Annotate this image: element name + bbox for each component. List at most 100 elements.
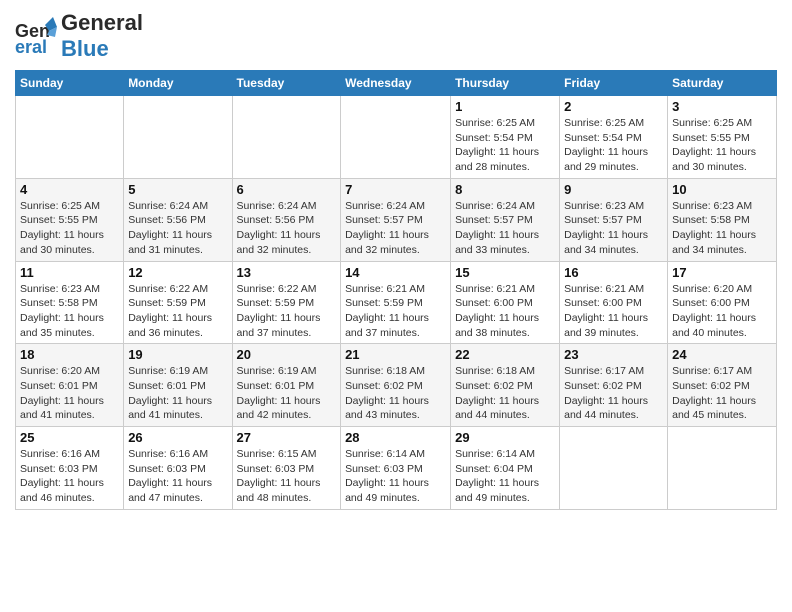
day-info: Sunrise: 6:19 AMSunset: 6:01 PMDaylight:…	[128, 364, 227, 423]
calendar-day: 16 Sunrise: 6:21 AMSunset: 6:00 PMDaylig…	[560, 261, 668, 344]
logo-icon: Gen eral	[15, 17, 57, 55]
calendar-week-3: 11 Sunrise: 6:23 AMSunset: 5:58 PMDaylig…	[16, 261, 777, 344]
day-number: 10	[672, 182, 772, 197]
calendar-day: 7 Sunrise: 6:24 AMSunset: 5:57 PMDayligh…	[341, 178, 451, 261]
day-info: Sunrise: 6:20 AMSunset: 6:01 PMDaylight:…	[20, 364, 119, 423]
day-number: 8	[455, 182, 555, 197]
weekday-header-thursday: Thursday	[451, 71, 560, 96]
day-number: 11	[20, 265, 119, 280]
day-info: Sunrise: 6:25 AMSunset: 5:54 PMDaylight:…	[455, 116, 555, 175]
logo: Gen eral General Blue	[15, 10, 143, 62]
day-info: Sunrise: 6:16 AMSunset: 6:03 PMDaylight:…	[128, 447, 227, 506]
day-info: Sunrise: 6:21 AMSunset: 6:00 PMDaylight:…	[564, 282, 663, 341]
day-info: Sunrise: 6:16 AMSunset: 6:03 PMDaylight:…	[20, 447, 119, 506]
day-info: Sunrise: 6:24 AMSunset: 5:56 PMDaylight:…	[128, 199, 227, 258]
day-info: Sunrise: 6:25 AMSunset: 5:55 PMDaylight:…	[20, 199, 119, 258]
day-info: Sunrise: 6:21 AMSunset: 6:00 PMDaylight:…	[455, 282, 555, 341]
day-info: Sunrise: 6:25 AMSunset: 5:54 PMDaylight:…	[564, 116, 663, 175]
day-info: Sunrise: 6:23 AMSunset: 5:58 PMDaylight:…	[20, 282, 119, 341]
day-info: Sunrise: 6:21 AMSunset: 5:59 PMDaylight:…	[345, 282, 446, 341]
weekday-header-sunday: Sunday	[16, 71, 124, 96]
calendar-day: 24 Sunrise: 6:17 AMSunset: 6:02 PMDaylig…	[668, 344, 777, 427]
weekday-header-monday: Monday	[124, 71, 232, 96]
calendar-week-1: 1 Sunrise: 6:25 AMSunset: 5:54 PMDayligh…	[16, 96, 777, 179]
weekday-header-saturday: Saturday	[668, 71, 777, 96]
calendar-day: 1 Sunrise: 6:25 AMSunset: 5:54 PMDayligh…	[451, 96, 560, 179]
day-info: Sunrise: 6:24 AMSunset: 5:56 PMDaylight:…	[237, 199, 337, 258]
day-number: 29	[455, 430, 555, 445]
calendar-day	[16, 96, 124, 179]
calendar-day: 8 Sunrise: 6:24 AMSunset: 5:57 PMDayligh…	[451, 178, 560, 261]
day-number: 28	[345, 430, 446, 445]
day-info: Sunrise: 6:24 AMSunset: 5:57 PMDaylight:…	[455, 199, 555, 258]
day-number: 1	[455, 99, 555, 114]
day-number: 2	[564, 99, 663, 114]
day-info: Sunrise: 6:23 AMSunset: 5:57 PMDaylight:…	[564, 199, 663, 258]
calendar-day: 5 Sunrise: 6:24 AMSunset: 5:56 PMDayligh…	[124, 178, 232, 261]
calendar-day: 21 Sunrise: 6:18 AMSunset: 6:02 PMDaylig…	[341, 344, 451, 427]
day-number: 25	[20, 430, 119, 445]
calendar-day: 11 Sunrise: 6:23 AMSunset: 5:58 PMDaylig…	[16, 261, 124, 344]
logo-blue: Blue	[61, 36, 109, 61]
calendar-day: 12 Sunrise: 6:22 AMSunset: 5:59 PMDaylig…	[124, 261, 232, 344]
calendar-week-4: 18 Sunrise: 6:20 AMSunset: 6:01 PMDaylig…	[16, 344, 777, 427]
calendar-day: 4 Sunrise: 6:25 AMSunset: 5:55 PMDayligh…	[16, 178, 124, 261]
calendar-day	[668, 427, 777, 510]
page-header: Gen eral General Blue	[15, 10, 777, 62]
calendar-day: 23 Sunrise: 6:17 AMSunset: 6:02 PMDaylig…	[560, 344, 668, 427]
day-info: Sunrise: 6:22 AMSunset: 5:59 PMDaylight:…	[128, 282, 227, 341]
calendar-day: 19 Sunrise: 6:19 AMSunset: 6:01 PMDaylig…	[124, 344, 232, 427]
day-number: 24	[672, 347, 772, 362]
day-number: 26	[128, 430, 227, 445]
day-number: 15	[455, 265, 555, 280]
calendar-day: 29 Sunrise: 6:14 AMSunset: 6:04 PMDaylig…	[451, 427, 560, 510]
day-number: 13	[237, 265, 337, 280]
day-info: Sunrise: 6:18 AMSunset: 6:02 PMDaylight:…	[455, 364, 555, 423]
day-number: 17	[672, 265, 772, 280]
calendar-day: 22 Sunrise: 6:18 AMSunset: 6:02 PMDaylig…	[451, 344, 560, 427]
calendar-day: 26 Sunrise: 6:16 AMSunset: 6:03 PMDaylig…	[124, 427, 232, 510]
calendar-day: 25 Sunrise: 6:16 AMSunset: 6:03 PMDaylig…	[16, 427, 124, 510]
day-number: 19	[128, 347, 227, 362]
day-number: 12	[128, 265, 227, 280]
calendar-day	[560, 427, 668, 510]
calendar-header-row: SundayMondayTuesdayWednesdayThursdayFrid…	[16, 71, 777, 96]
day-number: 4	[20, 182, 119, 197]
calendar-day: 15 Sunrise: 6:21 AMSunset: 6:00 PMDaylig…	[451, 261, 560, 344]
svg-text:eral: eral	[15, 37, 47, 55]
day-info: Sunrise: 6:22 AMSunset: 5:59 PMDaylight:…	[237, 282, 337, 341]
calendar-day: 18 Sunrise: 6:20 AMSunset: 6:01 PMDaylig…	[16, 344, 124, 427]
calendar-day: 20 Sunrise: 6:19 AMSunset: 6:01 PMDaylig…	[232, 344, 341, 427]
calendar-day	[232, 96, 341, 179]
day-info: Sunrise: 6:17 AMSunset: 6:02 PMDaylight:…	[672, 364, 772, 423]
calendar-day: 6 Sunrise: 6:24 AMSunset: 5:56 PMDayligh…	[232, 178, 341, 261]
logo-general: General	[61, 10, 143, 35]
day-number: 9	[564, 182, 663, 197]
day-info: Sunrise: 6:14 AMSunset: 6:04 PMDaylight:…	[455, 447, 555, 506]
day-info: Sunrise: 6:20 AMSunset: 6:00 PMDaylight:…	[672, 282, 772, 341]
calendar-day: 28 Sunrise: 6:14 AMSunset: 6:03 PMDaylig…	[341, 427, 451, 510]
calendar-day: 9 Sunrise: 6:23 AMSunset: 5:57 PMDayligh…	[560, 178, 668, 261]
day-info: Sunrise: 6:24 AMSunset: 5:57 PMDaylight:…	[345, 199, 446, 258]
day-number: 6	[237, 182, 337, 197]
day-number: 22	[455, 347, 555, 362]
day-number: 3	[672, 99, 772, 114]
day-number: 16	[564, 265, 663, 280]
calendar-day	[124, 96, 232, 179]
calendar-table: SundayMondayTuesdayWednesdayThursdayFrid…	[15, 70, 777, 510]
calendar-day: 10 Sunrise: 6:23 AMSunset: 5:58 PMDaylig…	[668, 178, 777, 261]
day-info: Sunrise: 6:15 AMSunset: 6:03 PMDaylight:…	[237, 447, 337, 506]
calendar-day: 13 Sunrise: 6:22 AMSunset: 5:59 PMDaylig…	[232, 261, 341, 344]
calendar-day: 14 Sunrise: 6:21 AMSunset: 5:59 PMDaylig…	[341, 261, 451, 344]
calendar-day: 27 Sunrise: 6:15 AMSunset: 6:03 PMDaylig…	[232, 427, 341, 510]
calendar-day: 2 Sunrise: 6:25 AMSunset: 5:54 PMDayligh…	[560, 96, 668, 179]
day-number: 27	[237, 430, 337, 445]
day-info: Sunrise: 6:19 AMSunset: 6:01 PMDaylight:…	[237, 364, 337, 423]
weekday-header-friday: Friday	[560, 71, 668, 96]
day-number: 20	[237, 347, 337, 362]
day-number: 21	[345, 347, 446, 362]
weekday-header-tuesday: Tuesday	[232, 71, 341, 96]
calendar-week-2: 4 Sunrise: 6:25 AMSunset: 5:55 PMDayligh…	[16, 178, 777, 261]
day-number: 23	[564, 347, 663, 362]
calendar-day	[341, 96, 451, 179]
